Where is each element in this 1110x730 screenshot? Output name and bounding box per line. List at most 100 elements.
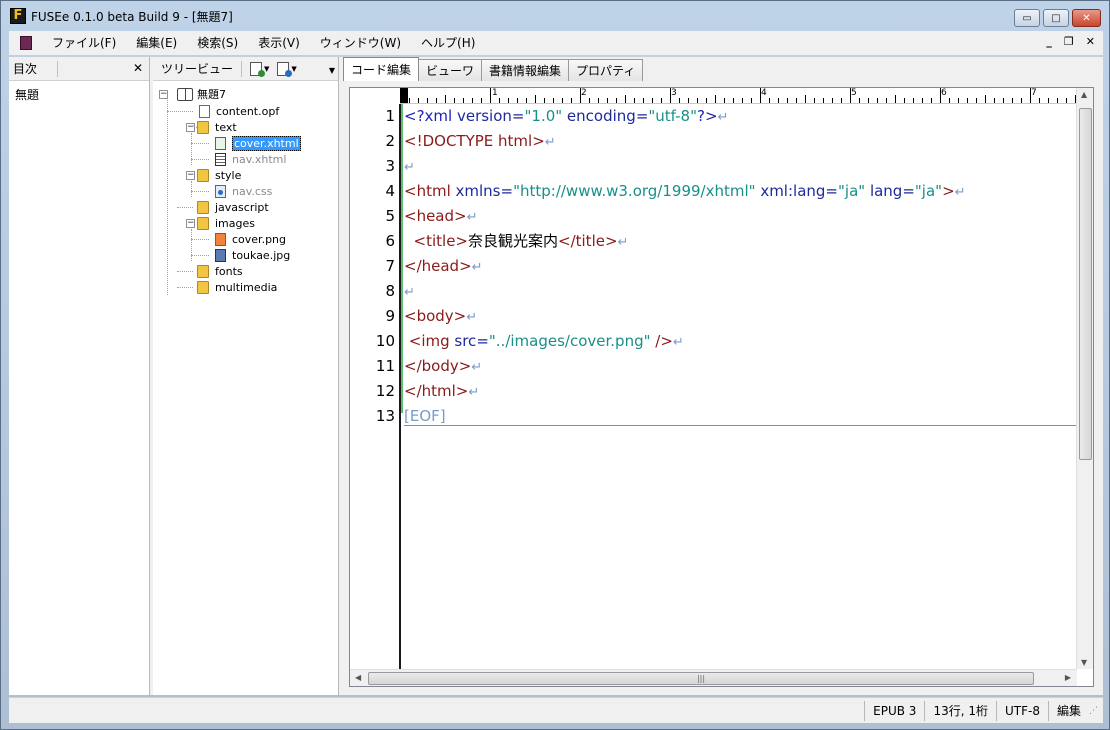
ruler-mark: 4: [761, 88, 767, 98]
mdi-restore-button[interactable]: ❐: [1064, 35, 1074, 48]
tree-item-label: multimedia: [215, 280, 278, 294]
minimize-button[interactable]: ▭: [1014, 9, 1040, 27]
toolbar-overflow-icon[interactable]: ▼: [329, 66, 335, 75]
line-number: 2: [385, 132, 395, 150]
menu-window[interactable]: ウィンドウ(W): [310, 31, 411, 55]
code-token: <head>: [404, 207, 467, 225]
tree-folder-text[interactable]: text: [197, 119, 237, 135]
tab-book-info[interactable]: 書籍情報編集: [481, 59, 570, 81]
menu-file[interactable]: ファイル(F): [42, 31, 126, 55]
expander-icon[interactable]: −: [186, 219, 195, 228]
close-button[interactable]: ✕: [1072, 9, 1101, 27]
vertical-scrollbar[interactable]: ▲ ▼: [1076, 88, 1093, 669]
code-editor[interactable]: 1 2 3 4 5 6 7 1 2 3 4 5 6 7 8 9 10 11 12…: [349, 87, 1094, 687]
scroll-up-arrow-icon[interactable]: ▲: [1081, 90, 1087, 99]
maximize-button[interactable]: □: [1043, 9, 1069, 27]
menu-search[interactable]: 検索(S): [187, 31, 248, 55]
code-line: <?xml version="1.0" encoding="utf-8"?>↵: [404, 104, 728, 129]
tree-item-content-opf[interactable]: content.opf: [199, 103, 279, 119]
horizontal-scrollbar[interactable]: ◀ ||| ▶: [350, 669, 1077, 686]
ruler: 1 2 3 4 5 6 7: [400, 88, 1076, 104]
client-area: 目次 ✕ 無題 ツリービュー ▼ ▼ ▼ − 無題7 content.opf −…: [9, 57, 1103, 695]
tab-viewer[interactable]: ビューワ: [418, 59, 483, 81]
line-number: 11: [375, 357, 395, 375]
title-bar[interactable]: F FUSEe 0.1.0 beta Build 9 - [無題7] ▭ □ ✕: [1, 1, 1109, 31]
app-window: F FUSEe 0.1.0 beta Build 9 - [無題7] ▭ □ ✕…: [0, 0, 1110, 730]
tree-folder-fonts[interactable]: fonts: [197, 263, 243, 279]
status-format: EPUB 3: [864, 700, 924, 721]
toc-item[interactable]: 無題: [9, 81, 149, 103]
code-token: =: [902, 182, 915, 200]
tree-folder-multimedia[interactable]: multimedia: [197, 279, 277, 295]
tab-code-edit[interactable]: コード編集: [343, 57, 420, 81]
code-content[interactable]: <?xml version="1.0" encoding="utf-8"?>↵ …: [404, 104, 1076, 669]
code-line: </html>↵: [404, 379, 479, 404]
code-token: </body>: [404, 357, 472, 375]
expander-icon[interactable]: −: [159, 90, 168, 99]
import-file-button[interactable]: ▼: [277, 61, 297, 77]
tree-root[interactable]: 無題7: [177, 86, 226, 102]
status-mode: 編集: [1047, 700, 1089, 721]
code-line: <!DOCTYPE html>↵: [404, 129, 556, 154]
tree-item-label: nav.xhtml: [232, 152, 287, 166]
ruler-mark: 3: [671, 88, 677, 98]
code-token: xmlns: [455, 182, 501, 200]
eol-marker: ↵: [466, 210, 478, 225]
tree-item-nav-css[interactable]: nav.css: [215, 183, 272, 199]
file-icon: [199, 104, 210, 118]
tree-item-cover-xhtml[interactable]: cover.xhtml: [215, 135, 301, 151]
expander-icon[interactable]: −: [186, 171, 195, 180]
code-token: "utf-8": [648, 107, 697, 125]
eol-marker: ↵: [404, 285, 415, 300]
divider: [57, 60, 59, 77]
code-token: ?>: [697, 107, 718, 125]
code-token: =: [511, 107, 525, 125]
image-file-icon: [215, 232, 226, 246]
folder-icon: [197, 280, 209, 294]
line-number: 1: [385, 107, 395, 125]
code-line: ↵: [404, 154, 415, 179]
resize-grip-icon[interactable]: ⋰: [1089, 701, 1103, 721]
line-number: 5: [385, 207, 395, 225]
css-file-icon: [215, 184, 226, 198]
expander-icon[interactable]: −: [186, 123, 195, 132]
add-file-icon: [250, 61, 266, 77]
horizontal-scroll-thumb[interactable]: |||: [368, 672, 1034, 685]
tree-item-nav-xhtml[interactable]: nav.xhtml: [215, 151, 286, 167]
eol-marker: ↵: [471, 360, 483, 375]
mdi-minimize-button[interactable]: _: [1046, 35, 1052, 48]
window-title: FUSEe 0.1.0 beta Build 9 - [無題7]: [31, 9, 233, 24]
code-line: <head>↵: [404, 204, 478, 229]
ruler-mark: 7: [1031, 88, 1037, 98]
tree-header: ツリービュー ▼ ▼ ▼: [153, 57, 338, 81]
line-number: 13: [375, 407, 395, 425]
scroll-right-arrow-icon[interactable]: ▶: [1065, 673, 1071, 682]
tree-item-toukae-jpg[interactable]: toukae.jpg: [215, 247, 290, 263]
mdi-close-button[interactable]: ✕: [1086, 35, 1095, 48]
menu-view[interactable]: 表示(V): [248, 31, 310, 55]
scroll-down-arrow-icon[interactable]: ▼: [1081, 658, 1087, 667]
code-token: </html>: [404, 382, 469, 400]
toc-header: 目次 ✕: [9, 57, 149, 81]
app-logo-icon: F: [10, 8, 26, 24]
add-file-button[interactable]: ▼: [250, 61, 269, 77]
code-token: src: [454, 332, 477, 350]
toc-close-button[interactable]: ✕: [133, 61, 143, 75]
scroll-left-arrow-icon[interactable]: ◀: [355, 673, 361, 682]
tree-item-label: style: [215, 168, 242, 182]
vertical-scroll-thumb[interactable]: [1079, 108, 1092, 460]
ruler-ticks: [400, 88, 1076, 103]
tree-item-label: fonts: [215, 264, 243, 278]
document-icon[interactable]: [20, 36, 32, 50]
tree-folder-javascript[interactable]: javascript: [197, 199, 269, 215]
tab-properties[interactable]: プロパティ: [568, 59, 644, 81]
menu-edit[interactable]: 編集(E): [126, 31, 187, 55]
tree-folder-style[interactable]: style: [197, 167, 241, 183]
code-token: <?xml: [404, 107, 457, 125]
tree-folder-images[interactable]: images: [197, 215, 255, 231]
ruler-mark: 5: [851, 88, 857, 98]
menu-help[interactable]: ヘルプ(H): [411, 31, 485, 55]
tree-item-cover-png[interactable]: cover.png: [215, 231, 286, 247]
tree-item-label: toukae.jpg: [232, 248, 291, 262]
tree-root-label: 無題7: [197, 88, 226, 101]
